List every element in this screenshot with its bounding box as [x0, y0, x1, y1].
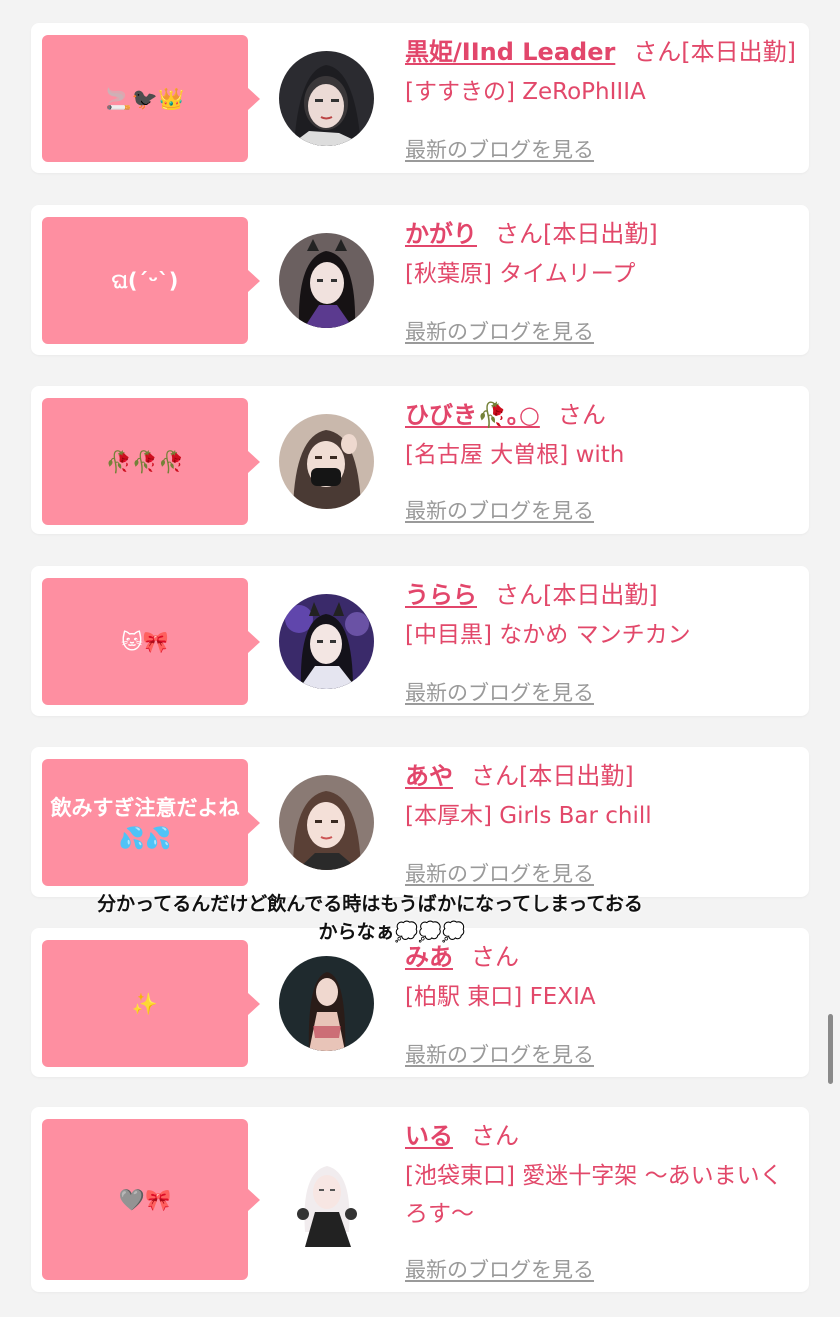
latest-blog-link[interactable]: 最新のブログを見る — [405, 858, 594, 890]
comment-bubble: ✨ — [42, 940, 260, 1067]
cast-card: 飲みすぎ注意だよね💦💦 あや さん[本日出勤] [本厚木] Girls Bar c… — [31, 747, 809, 897]
latest-blog-link[interactable]: 最新のブログを見る — [405, 1039, 594, 1071]
avatar[interactable] — [279, 51, 374, 146]
name-line: うらら さん[本日出勤] — [405, 574, 797, 616]
cast-card: 🩶🎀 いる さん [池袋東口] 愛迷十字架 〜あいまいくろす〜 最新のブログを見る — [31, 1107, 809, 1292]
overlay-caption: 分かってるんだけど飲んでる時はもうばかになってしまっておる からなぁ💭💭💭 — [0, 890, 740, 946]
avatar[interactable] — [279, 1152, 374, 1247]
comment-bubble: 飲みすぎ注意だよね💦💦 — [42, 759, 260, 886]
shop-name: [中目黒] なかめ マンチカン — [405, 622, 691, 648]
shop-name: [秋葉原] タイムリープ — [405, 261, 636, 287]
latest-blog-link[interactable]: 最新のブログを見る — [405, 495, 594, 527]
comment-bubble: 🥀🥀🥀 — [42, 398, 260, 525]
caption-line-2: からなぁ💭💭💭 — [318, 921, 466, 943]
comment-bubble: 🚬🐦‍⬛👑 — [42, 35, 260, 162]
cast-card: 🚬🐦‍⬛👑 黒姫/IInd Leader さん[本日出勤] [すすきの] ZeRo… — [31, 23, 809, 173]
name-suffix: さん[本日出勤] — [495, 581, 658, 609]
vertical-scrollbar[interactable] — [828, 1014, 833, 1084]
name-suffix: さん — [471, 1122, 519, 1150]
cast-info: いる さん [池袋東口] 愛迷十字架 〜あいまいくろす〜 最新のブログを見る — [405, 1115, 797, 1282]
cast-name-link[interactable]: いる — [405, 1122, 453, 1150]
cast-info: あや さん[本日出勤] [本厚木] Girls Bar chill 最新のブログを… — [405, 755, 797, 886]
shop-name: [本厚木] Girls Bar chill — [405, 803, 652, 829]
avatar[interactable] — [279, 233, 374, 328]
cast-card: 🐱🎀 うらら さん[本日出勤] [中目黒] なかめ マンチカン 最新のブログを見る — [31, 566, 809, 716]
name-suffix: さん — [557, 401, 606, 429]
latest-blog-link[interactable]: 最新のブログを見る — [405, 316, 594, 348]
cast-name-link[interactable]: うらら — [405, 581, 477, 609]
cast-info: ひびき🥀｡○ さん [名古屋 大曽根] with 最新のブログを見る — [405, 394, 797, 523]
caption-line-1: 分かってるんだけど飲んでる時はもうばかになってしまっておる — [97, 893, 643, 915]
latest-blog-link[interactable]: 最新のブログを見る — [405, 1254, 594, 1286]
name-suffix: さん[本日出勤] — [633, 38, 797, 66]
cast-card: 🥀🥀🥀 ひびき🥀｡○ さん [名古屋 大曽根] with 最新のブログを見る — [31, 386, 809, 534]
avatar[interactable] — [279, 775, 374, 870]
cast-name-link[interactable]: ひびき🥀｡○ — [405, 401, 540, 429]
name-line: いる さん — [405, 1115, 797, 1157]
name-line: ひびき🥀｡○ さん — [405, 394, 797, 436]
cast-card: ଘ(ˊᵕˋ) かがり さん[本日出勤] [秋葉原] タイムリープ 最新のブログを見… — [31, 205, 809, 355]
comment-bubble: ଘ(ˊᵕˋ) — [42, 217, 260, 344]
name-line: かがり さん[本日出勤] — [405, 213, 797, 255]
avatar[interactable] — [279, 414, 374, 509]
shop-name: [柏駅 東口] FEXIA — [405, 984, 596, 1010]
cast-name-link[interactable]: みあ — [405, 943, 453, 971]
cast-info: みあ さん [柏駅 東口] FEXIA 最新のブログを見る — [405, 936, 797, 1067]
cast-info: かがり さん[本日出勤] [秋葉原] タイムリープ 最新のブログを見る — [405, 213, 797, 344]
cast-name-link[interactable]: かがり — [405, 220, 477, 248]
cast-name-link[interactable]: あや — [405, 762, 453, 790]
shop-name: [すすきの] ZeRoPhIIIA — [405, 79, 646, 105]
cast-info: 黒姫/IInd Leader さん[本日出勤] [すすきの] ZeRoPhIIIA… — [405, 31, 797, 162]
latest-blog-link[interactable]: 最新のブログを見る — [405, 134, 594, 166]
latest-blog-link[interactable]: 最新のブログを見る — [405, 677, 594, 709]
avatar[interactable] — [279, 956, 374, 1051]
name-suffix: さん[本日出勤] — [495, 220, 658, 248]
cast-list-page: 🚬🐦‍⬛👑 黒姫/IInd Leader さん[本日出勤] [すすきの] ZeRo… — [0, 0, 840, 1317]
name-line: 黒姫/IInd Leader さん[本日出勤] — [405, 31, 797, 73]
comment-bubble: 🩶🎀 — [42, 1119, 260, 1280]
cast-card: ✨ みあ さん [柏駅 東口] FEXIA 最新のブログを見る — [31, 928, 809, 1077]
name-suffix: さん — [471, 943, 519, 971]
shop-name: [池袋東口] 愛迷十字架 〜あいまいくろす〜 — [405, 1163, 783, 1227]
name-line: あや さん[本日出勤] — [405, 755, 797, 797]
name-suffix: さん[本日出勤] — [471, 762, 634, 790]
shop-name: [名古屋 大曽根] with — [405, 442, 625, 468]
comment-bubble: 🐱🎀 — [42, 578, 260, 705]
cast-info: うらら さん[本日出勤] [中目黒] なかめ マンチカン 最新のブログを見る — [405, 574, 797, 705]
avatar[interactable] — [279, 594, 374, 689]
cast-name-link[interactable]: 黒姫/IInd Leader — [405, 38, 615, 66]
